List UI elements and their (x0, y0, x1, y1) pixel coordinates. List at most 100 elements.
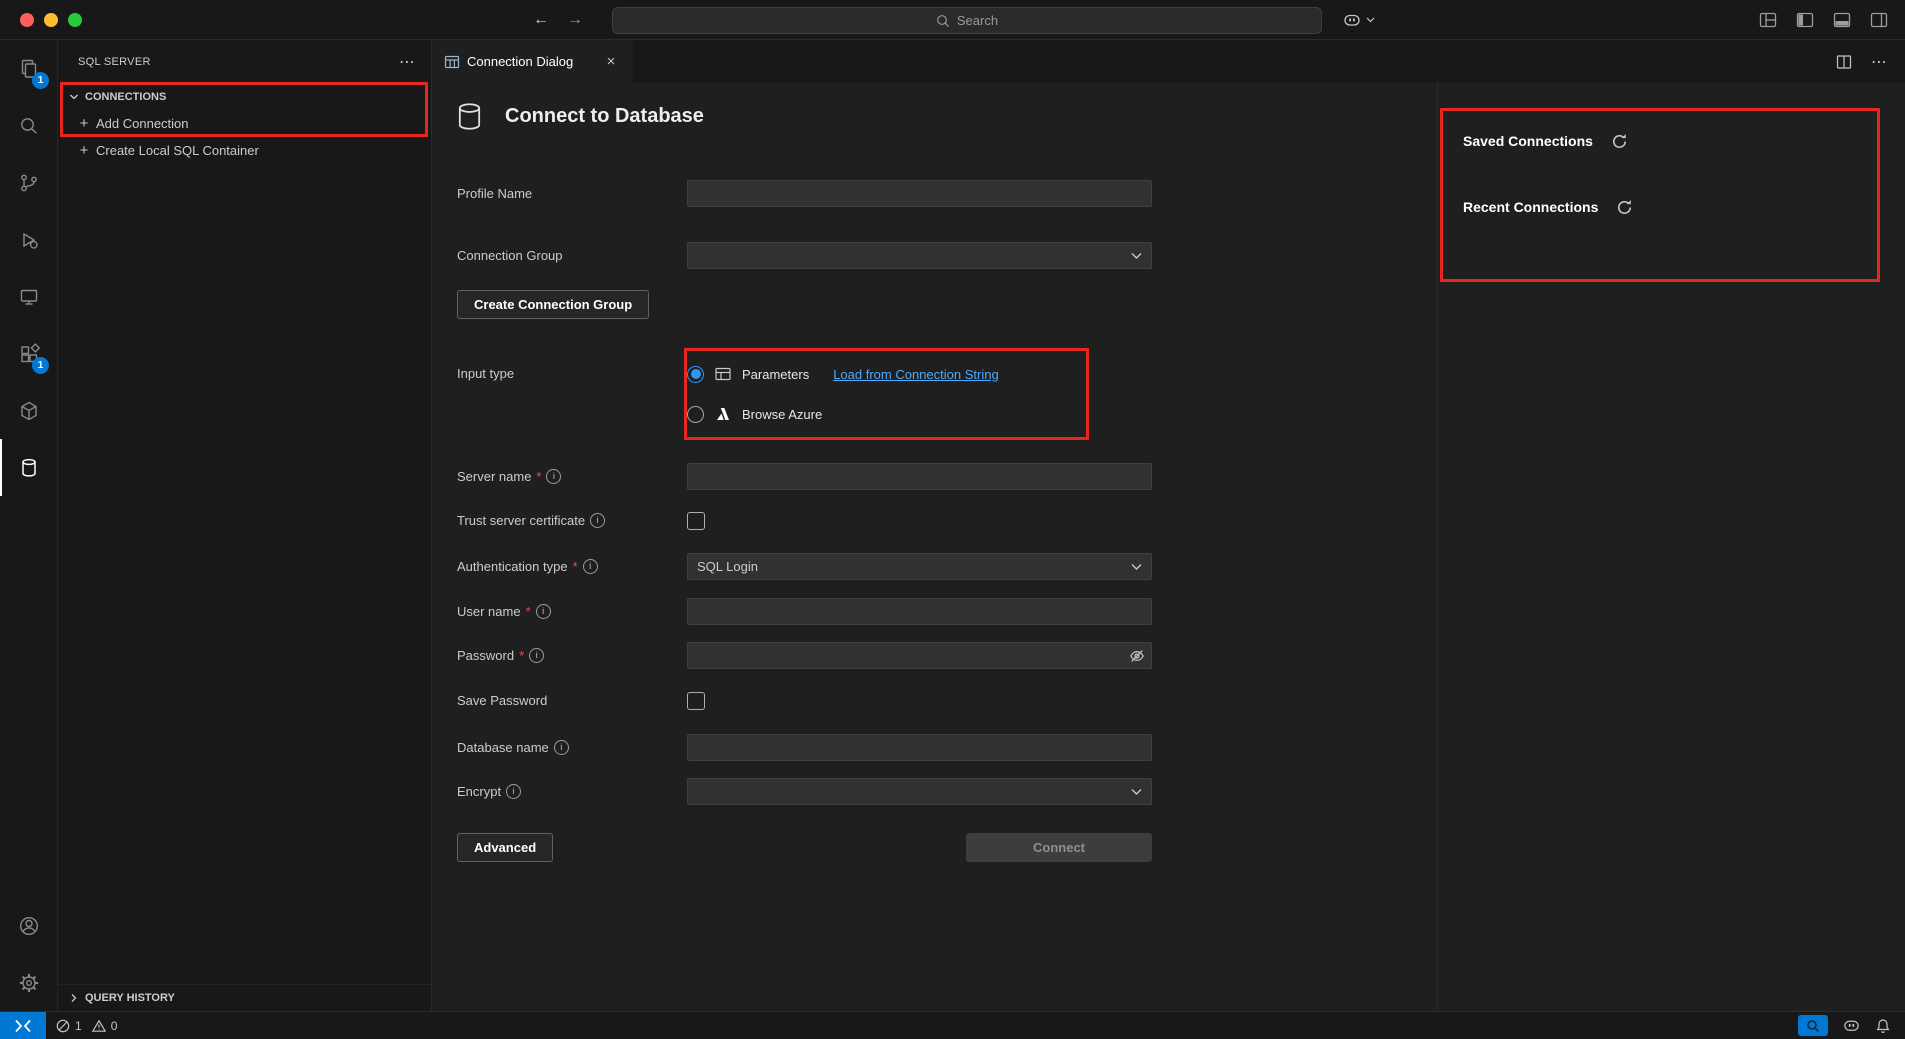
refresh-saved-connections-button[interactable] (1611, 133, 1628, 150)
back-button[interactable]: ← (533, 11, 549, 29)
form-actions-row: Advanced Connect (457, 833, 1152, 862)
remote-indicator-button[interactable] (0, 1012, 46, 1039)
close-tab-icon[interactable]: × (601, 52, 621, 72)
sidebar-sql-server: SQL SERVER ⋯ CONNECTIONS + Add Connectio… (58, 40, 432, 1011)
authentication-type-select[interactable]: SQL Login (687, 553, 1152, 580)
activitybar-sql-server[interactable] (0, 439, 57, 496)
recent-connections-title: Recent Connections (1463, 199, 1598, 215)
trust-server-certificate-checkbox[interactable] (687, 512, 705, 530)
parameters-radio-option[interactable]: Parameters Load from Connection String (687, 365, 999, 383)
create-local-sql-container-item[interactable]: + Create Local SQL Container (58, 137, 431, 164)
split-editor-icon[interactable] (1835, 53, 1853, 71)
minimize-window-button[interactable] (44, 13, 58, 27)
user-name-input[interactable] (687, 598, 1152, 625)
toggle-password-visibility-button[interactable] (1129, 648, 1145, 664)
create-local-sql-container-label: Create Local SQL Container (96, 143, 259, 158)
query-history-section-header[interactable]: QUERY HISTORY (58, 984, 431, 1011)
refresh-recent-connections-button[interactable] (1616, 199, 1633, 216)
user-name-row: User name * i (457, 598, 1152, 625)
sidebar-header: SQL SERVER ⋯ (58, 40, 431, 83)
parameters-icon (714, 365, 732, 383)
activitybar-run-debug[interactable] (0, 211, 57, 268)
info-icon[interactable]: i (546, 469, 561, 484)
server-name-label: Server name (457, 469, 531, 484)
activitybar-containers[interactable] (0, 382, 57, 439)
parameters-radio[interactable] (687, 366, 704, 383)
database-icon (454, 101, 485, 132)
saved-connections-title: Saved Connections (1463, 133, 1593, 149)
chevron-down-icon (66, 89, 82, 105)
tab-connection-dialog[interactable]: Connection Dialog × (432, 40, 633, 83)
editor-actions: ⋯ (1835, 40, 1905, 83)
info-icon[interactable]: i (536, 604, 551, 619)
save-password-label: Save Password (457, 693, 547, 708)
query-history-label: QUERY HISTORY (85, 992, 175, 1004)
advanced-button[interactable]: Advanced (457, 833, 553, 862)
search-placeholder: Search (957, 13, 998, 28)
browse-azure-radio-option[interactable]: Browse Azure (687, 405, 999, 423)
load-from-connection-string-link[interactable]: Load from Connection String (833, 367, 998, 382)
activitybar-extensions[interactable]: 1 (0, 325, 57, 382)
close-window-button[interactable] (20, 13, 34, 27)
password-input[interactable] (687, 642, 1152, 669)
refresh-icon (1616, 199, 1633, 216)
problems-status[interactable]: 1 0 (56, 1019, 122, 1033)
info-icon[interactable]: i (506, 784, 521, 799)
tab-bar: Connection Dialog × ⋯ (432, 40, 1905, 83)
refresh-icon (1611, 133, 1628, 150)
activity-bar: 1 (0, 40, 58, 1011)
toggle-primary-sidebar-icon[interactable] (1795, 10, 1815, 30)
connections-section-header[interactable]: CONNECTIONS (58, 83, 431, 110)
activitybar-search[interactable] (0, 97, 57, 154)
activitybar-settings[interactable] (0, 954, 57, 1011)
connections-section-label: CONNECTIONS (85, 91, 166, 103)
browse-azure-radio[interactable] (687, 406, 704, 423)
window-controls (20, 13, 82, 27)
notifications-bell-button[interactable] (1875, 1018, 1891, 1034)
save-password-checkbox[interactable] (687, 692, 705, 710)
toggle-secondary-sidebar-icon[interactable] (1869, 10, 1889, 30)
info-icon[interactable]: i (583, 559, 598, 574)
activitybar-explorer[interactable]: 1 (0, 40, 57, 97)
connection-group-select[interactable] (687, 242, 1152, 269)
database-name-input[interactable] (687, 734, 1152, 761)
input-type-radio-group: Parameters Load from Connection String B… (687, 365, 999, 423)
server-name-input[interactable] (687, 463, 1152, 490)
info-icon[interactable]: i (554, 740, 569, 755)
encrypt-row: Encrypt i (457, 778, 1152, 805)
activitybar-source-control[interactable] (0, 154, 57, 211)
input-type-label: Input type (457, 365, 514, 382)
info-icon[interactable]: i (590, 513, 605, 528)
connection-dialog-webview: Connect to Database Profile Name Connect… (432, 83, 1905, 1011)
search-command-center[interactable]: Search (612, 7, 1322, 34)
authentication-type-row: Authentication type * i SQL Login (457, 553, 1152, 580)
copilot-status-button[interactable] (1842, 1016, 1861, 1035)
add-connection-label: Add Connection (96, 116, 189, 131)
activitybar-accounts[interactable] (0, 897, 57, 954)
zoom-status-button[interactable] (1798, 1015, 1828, 1036)
connect-button[interactable]: Connect (966, 833, 1152, 862)
layout-controls (1758, 10, 1889, 30)
activitybar-remote-explorer[interactable] (0, 268, 57, 325)
forward-button[interactable]: → (567, 11, 583, 29)
info-icon[interactable]: i (529, 648, 544, 663)
error-count: 1 (75, 1019, 82, 1033)
profile-name-row: Profile Name (457, 180, 1152, 207)
authentication-type-value: SQL Login (697, 559, 1131, 574)
encrypt-select[interactable] (687, 778, 1152, 805)
copilot-menu-button[interactable] (1342, 10, 1375, 30)
toggle-panel-icon[interactable] (1832, 10, 1852, 30)
database-name-row: Database name i (457, 734, 1152, 761)
create-connection-group-button[interactable]: Create Connection Group (457, 290, 649, 319)
sql-server-database-icon (17, 456, 41, 480)
customize-layout-icon[interactable] (1758, 10, 1778, 30)
more-actions-icon[interactable]: ⋯ (1871, 52, 1887, 72)
add-connection-item[interactable]: + Add Connection (58, 110, 431, 137)
input-type-row: Input type Parameters Load from Connecti… (457, 365, 999, 423)
parameters-option-label: Parameters (742, 367, 809, 382)
profile-name-input[interactable] (687, 180, 1152, 207)
fullscreen-window-button[interactable] (68, 13, 82, 27)
activitybar-bottom (0, 897, 57, 1011)
more-actions-icon[interactable]: ⋯ (399, 52, 415, 72)
tab-label: Connection Dialog (467, 54, 573, 69)
